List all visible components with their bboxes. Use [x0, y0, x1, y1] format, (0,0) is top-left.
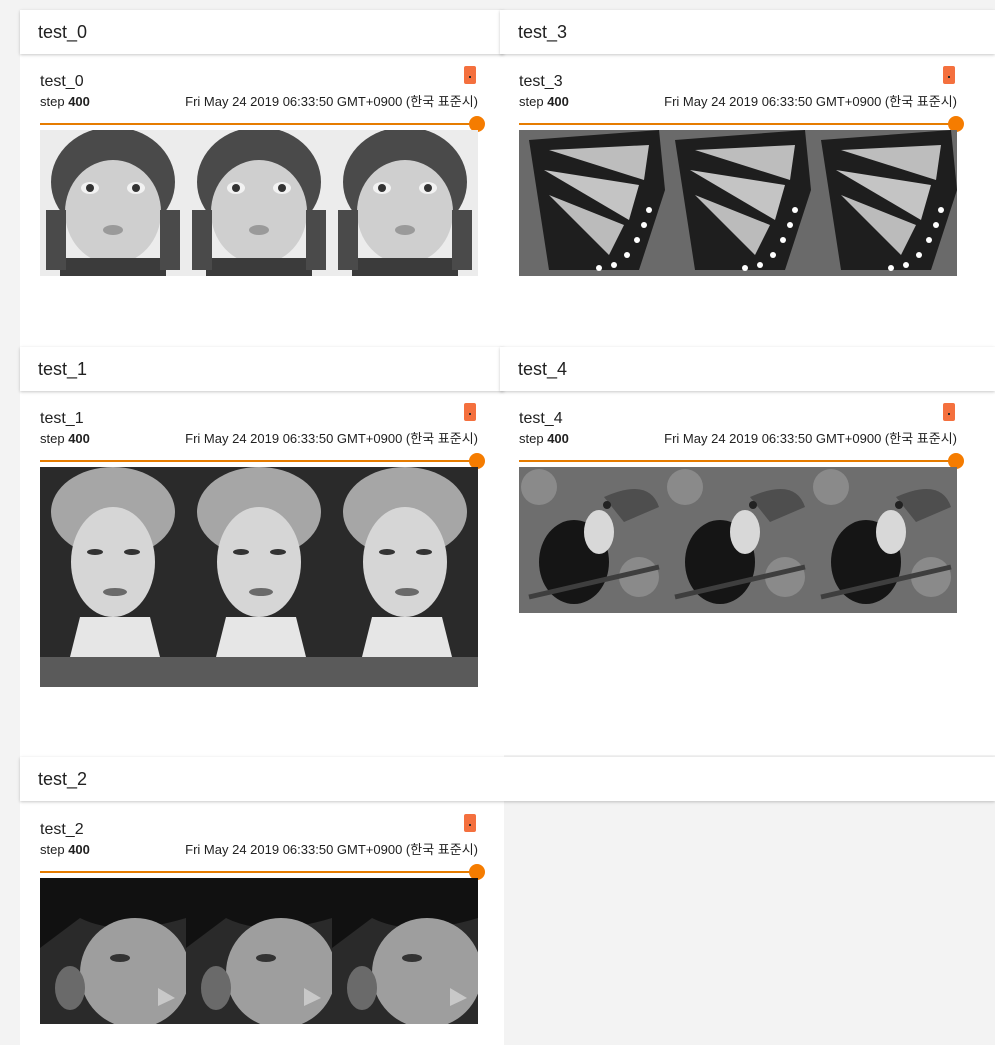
pin-flag-icon[interactable]: [464, 403, 476, 421]
image-card-test-2: test_2 step 400 Fri May 24 2019 06:33:50…: [40, 814, 485, 1025]
slider-track: [40, 460, 478, 462]
image-strip-baby: [40, 130, 478, 276]
image-strip-child: [40, 878, 478, 1024]
slider-track: [519, 123, 957, 125]
woman-image: [40, 467, 186, 687]
pin-flag-icon[interactable]: [464, 66, 476, 84]
category-header-test-4[interactable]: test_4: [500, 347, 995, 391]
child-image: [40, 878, 186, 1024]
card-meta: step 400 Fri May 24 2019 06:33:50 GMT+09…: [40, 431, 478, 447]
image-card-test-1: test_1 step 400 Fri May 24 2019 06:33:50…: [40, 403, 485, 689]
slider-track: [40, 871, 478, 873]
wall-time: Fri May 24 2019 06:33:50 GMT+0900 (한국 표준…: [664, 431, 957, 446]
card-title: test_0: [40, 73, 84, 90]
card-meta: step 400 Fri May 24 2019 06:33:50 GMT+09…: [519, 431, 957, 447]
card-title: test_1: [40, 410, 84, 427]
step-label: step: [40, 431, 69, 446]
image-card-test-0: test_0 step 400 Fri May 24 2019 06:33:50…: [40, 66, 485, 277]
woman-image: [186, 467, 332, 687]
step-value: 400: [547, 431, 569, 446]
card-title: test_2: [40, 821, 84, 838]
step-value: 400: [68, 842, 90, 857]
butterfly-image: [519, 130, 665, 276]
wall-time: Fri May 24 2019 06:33:50 GMT+0900 (한국 표준…: [185, 431, 478, 446]
slider-track: [519, 460, 957, 462]
baby-image: [186, 130, 332, 276]
card-meta: step 400 Fri May 24 2019 06:33:50 GMT+09…: [40, 842, 478, 858]
category-header-test-2[interactable]: test_2: [20, 757, 995, 801]
step-label: step: [519, 94, 548, 109]
child-image: [332, 878, 478, 1024]
pin-flag-icon[interactable]: [943, 66, 955, 84]
pin-flag-icon[interactable]: [464, 814, 476, 832]
card-title: test_4: [519, 410, 563, 427]
baby-image: [40, 130, 186, 276]
image-strip-woman: [40, 467, 478, 687]
image-card-test-4: test_4 step 400 Fri May 24 2019 06:33:50…: [519, 403, 964, 614]
butterfly-image: [811, 130, 957, 276]
toucan-image: [519, 467, 665, 613]
image-card-test-3: test_3 step 400 Fri May 24 2019 06:33:50…: [519, 66, 964, 277]
card-meta: step 400 Fri May 24 2019 06:33:50 GMT+09…: [519, 94, 957, 110]
woman-image: [332, 467, 478, 687]
card-meta: step 400 Fri May 24 2019 06:33:50 GMT+09…: [40, 94, 478, 110]
category-header-test-3[interactable]: test_3: [500, 10, 995, 54]
step-label: step: [519, 431, 548, 446]
butterfly-image: [665, 130, 811, 276]
step-label: step: [40, 94, 69, 109]
step-value: 400: [68, 431, 90, 446]
toucan-image: [665, 467, 811, 613]
child-image: [186, 878, 332, 1024]
category-header-test-0[interactable]: test_0: [20, 10, 504, 54]
step-label: step: [40, 842, 69, 857]
wall-time: Fri May 24 2019 06:33:50 GMT+0900 (한국 표준…: [664, 94, 957, 109]
wall-time: Fri May 24 2019 06:33:50 GMT+0900 (한국 표준…: [185, 842, 478, 857]
baby-image: [332, 130, 478, 276]
image-strip-butterfly: [519, 130, 957, 276]
category-header-test-1[interactable]: test_1: [20, 347, 504, 391]
wall-time: Fri May 24 2019 06:33:50 GMT+0900 (한국 표준…: [185, 94, 478, 109]
step-value: 400: [547, 94, 569, 109]
pin-flag-icon[interactable]: [943, 403, 955, 421]
slider-track: [40, 123, 478, 125]
card-title: test_3: [519, 73, 563, 90]
toucan-image: [811, 467, 957, 613]
image-strip-toucan: [519, 467, 957, 613]
step-value: 400: [68, 94, 90, 109]
